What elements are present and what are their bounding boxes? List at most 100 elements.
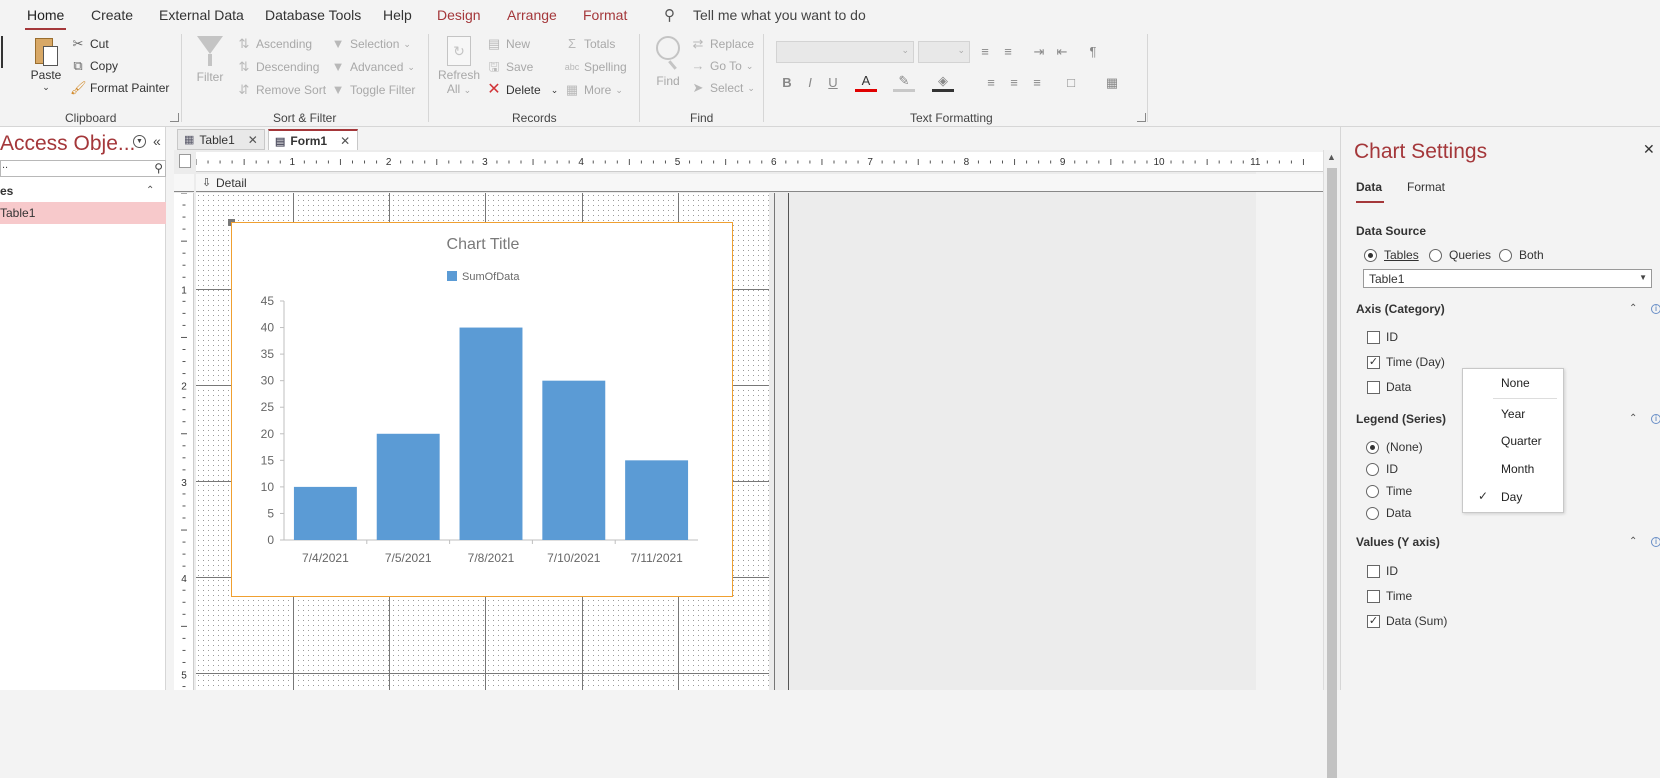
format-painter-button[interactable]: 🖌 Format Painter	[70, 80, 169, 96]
underline-icon[interactable]: U	[822, 72, 844, 94]
ruler-number: 3	[181, 478, 187, 489]
refresh-all-button[interactable]: ↻ Refresh All ⌄	[437, 36, 481, 96]
font-size-dropdown[interactable]: ⌄	[918, 41, 970, 63]
menu-item-year[interactable]: Year	[1501, 407, 1525, 421]
close-icon[interactable]: ✕	[248, 133, 258, 147]
radio-legend-data[interactable]	[1366, 507, 1379, 520]
text-formatting-launcher-icon[interactable]	[1137, 113, 1146, 122]
bullets-icon[interactable]: ≡	[974, 41, 996, 63]
pane-tab-data[interactable]: Data	[1356, 180, 1382, 194]
copy-button[interactable]: ⧉ Copy	[70, 58, 118, 74]
gridlines-icon[interactable]: ▦	[1101, 72, 1123, 94]
radio-queries[interactable]	[1429, 249, 1442, 262]
checkbox-values-id[interactable]	[1367, 565, 1380, 578]
tab-database-tools[interactable]: Database Tools	[265, 7, 361, 23]
select-button[interactable]: ➤ Select ⌄	[690, 80, 755, 96]
radio-tables[interactable]	[1364, 249, 1377, 262]
doc-tab-table1[interactable]: ▦ Table1 ✕	[177, 129, 265, 150]
doc-tab-form1[interactable]: ▤ Form1 ✕	[268, 129, 358, 151]
italic-icon[interactable]: I	[799, 72, 821, 94]
descending-button[interactable]: ⇅ Descending	[236, 59, 320, 75]
align-center-icon[interactable]: ≡	[1003, 72, 1025, 94]
font-name-dropdown[interactable]: ⌄	[776, 41, 914, 63]
info-icon[interactable]: i	[1651, 537, 1660, 547]
chevron-up-icon[interactable]: ⌃	[1629, 413, 1637, 424]
tell-me-box[interactable]: Tell me what you want to do	[693, 7, 866, 23]
section-selector[interactable]	[174, 174, 194, 192]
ascending-button[interactable]: ⇅ Ascending	[236, 36, 313, 52]
paste-button[interactable]: Paste ⌄	[28, 36, 64, 93]
font-color-icon[interactable]: A	[855, 72, 877, 92]
filter-button[interactable]: Filter	[192, 36, 228, 84]
chart-title: Chart Title	[447, 236, 520, 253]
numbering-icon[interactable]: ≡	[997, 41, 1019, 63]
save-record-button[interactable]: 🖫 Save	[486, 59, 533, 75]
clipboard-launcher-icon[interactable]	[170, 113, 179, 122]
bold-icon[interactable]: B	[776, 72, 798, 94]
scroll-up-icon[interactable]: ▲	[1327, 152, 1336, 162]
info-icon[interactable]: i	[1651, 304, 1660, 314]
cut-button[interactable]: ✂ Cut	[70, 36, 109, 52]
remove-sort-button[interactable]: ⇵ Remove Sort	[236, 82, 326, 98]
chevron-up-icon[interactable]: ⌃	[1629, 303, 1637, 314]
nav-menu-chevron-icon[interactable]: ▼	[133, 135, 146, 148]
ruler-number: 7	[867, 157, 873, 168]
tab-create[interactable]: Create	[91, 7, 133, 23]
checkbox-values-time[interactable]	[1367, 590, 1380, 603]
align-left-icon[interactable]: ≡	[980, 72, 1002, 94]
menu-item-month[interactable]: Month	[1501, 462, 1534, 476]
find-button[interactable]: Find	[651, 36, 685, 88]
tab-help[interactable]: Help	[383, 7, 412, 23]
decrease-indent-icon[interactable]: ⇤	[1051, 41, 1073, 63]
scrollbar-thumb[interactable]	[1327, 168, 1337, 778]
menu-item-none[interactable]: None	[1501, 376, 1530, 390]
tab-external-data[interactable]: External Data	[159, 7, 244, 23]
increase-indent-icon[interactable]: ⇥	[1028, 41, 1050, 63]
nav-search-input[interactable]: .. ⚲	[0, 159, 166, 177]
detail-section-bar[interactable]: ⇩ Detail	[196, 174, 1324, 192]
chart-control[interactable]: Chart Title SumOfData 0 5 10 15 20 25 30 35 40 45…	[231, 222, 733, 597]
tab-arrange[interactable]: Arrange	[507, 7, 557, 23]
chevron-up-icon[interactable]: ⌃	[146, 185, 154, 196]
tab-format[interactable]: Format	[583, 7, 627, 23]
align-right-icon[interactable]: ≡	[1026, 72, 1048, 94]
replace-button[interactable]: ⇄ Replace	[690, 36, 754, 52]
radio-both[interactable]	[1499, 249, 1512, 262]
radio-legend-time[interactable]	[1366, 485, 1379, 498]
radio-legend-id[interactable]	[1366, 463, 1379, 476]
chevron-up-icon[interactable]: ⌃	[1629, 536, 1637, 547]
data-source-dropdown[interactable]: Table1 ▼	[1363, 269, 1652, 288]
tab-design[interactable]: Design	[437, 7, 481, 23]
radio-legend-none[interactable]	[1366, 441, 1379, 454]
advanced-button[interactable]: ▼ Advanced ⌄	[330, 59, 415, 75]
close-icon[interactable]: ✕	[1643, 141, 1655, 158]
selection-button[interactable]: ▼ Selection ⌄	[330, 36, 411, 52]
close-icon[interactable]: ✕	[340, 134, 350, 148]
totals-button[interactable]: Σ Totals	[564, 36, 615, 52]
spelling-button[interactable]: abc Spelling	[564, 59, 627, 75]
pane-tab-format[interactable]: Format	[1407, 180, 1445, 194]
nav-section-header[interactable]: es	[0, 184, 13, 198]
toggle-filter-button[interactable]: ▼ Toggle Filter	[330, 82, 416, 98]
shape-outline-icon[interactable]: □	[1060, 72, 1082, 94]
form-right-edge[interactable]	[788, 193, 789, 690]
more-button[interactable]: ▦ More ⌄	[564, 82, 623, 98]
form-selector-box[interactable]	[179, 154, 191, 168]
info-icon[interactable]: i	[1651, 414, 1660, 424]
fill-color-icon[interactable]: ◈	[932, 72, 954, 92]
checkbox-axis-id[interactable]	[1367, 331, 1380, 344]
vertical-scrollbar[interactable]: ▲	[1323, 150, 1340, 778]
checkbox-values-data-sum[interactable]: ✓	[1367, 615, 1380, 628]
paragraph-direction-icon[interactable]: ¶	[1082, 41, 1104, 63]
menu-item-quarter[interactable]: Quarter	[1501, 434, 1542, 448]
checkbox-axis-data[interactable]	[1367, 381, 1380, 394]
nav-item-table1[interactable]: Table1	[0, 202, 166, 224]
highlight-icon[interactable]: ✎	[893, 72, 915, 92]
nav-collapse-icon[interactable]: «	[153, 133, 161, 149]
delete-record-button[interactable]: ✕ Delete ⌄	[486, 82, 558, 98]
new-record-button[interactable]: ▤ New	[486, 36, 530, 52]
checkbox-axis-time-day[interactable]: ✓	[1367, 356, 1380, 369]
tab-home[interactable]: Home	[24, 7, 67, 30]
go-to-button[interactable]: → Go To ⌄	[690, 58, 754, 74]
menu-item-day[interactable]: Day	[1501, 490, 1522, 504]
